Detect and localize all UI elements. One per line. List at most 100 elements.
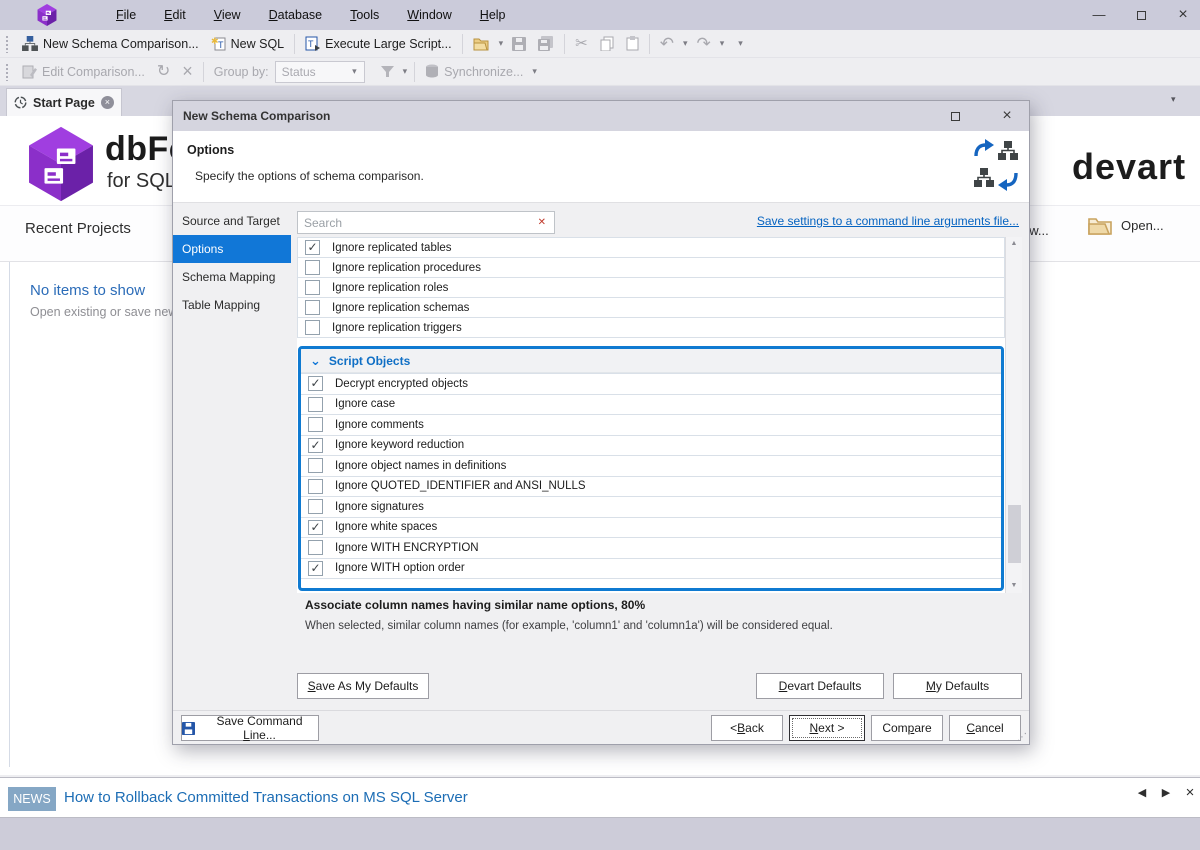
redo-dropdown-caret[interactable]: ▾ (717, 38, 728, 49)
menu-item-tools[interactable]: Tools (340, 0, 389, 30)
news-headline-link[interactable]: How to Rollback Committed Transactions o… (64, 789, 468, 806)
checkbox[interactable] (308, 458, 323, 473)
checkbox[interactable] (308, 540, 323, 555)
search-clear-icon[interactable]: ✕ (530, 217, 554, 228)
save-all-button[interactable] (532, 32, 560, 56)
open-project-button[interactable]: Open... (1088, 216, 1164, 235)
toolbar-drag-handle[interactable] (5, 63, 10, 81)
checkbox[interactable] (308, 397, 323, 412)
devart-defaults-button[interactable]: Devart Defaults (756, 673, 884, 699)
refresh-button[interactable]: ↻ (151, 60, 176, 84)
option-row[interactable]: Ignore comments (301, 414, 1001, 436)
execute-large-script-button[interactable]: T Execute Large Script... (299, 32, 457, 56)
dialog-nav-item[interactable]: Schema Mapping (173, 263, 291, 291)
paste-button[interactable] (620, 32, 645, 56)
checkbox[interactable] (308, 417, 323, 432)
delete-x-icon: × (182, 64, 193, 79)
checkbox[interactable] (305, 260, 320, 275)
synchronize-dropdown-caret[interactable]: ▾ (529, 66, 540, 77)
search-input[interactable] (298, 216, 530, 230)
stop-button[interactable]: × (176, 60, 199, 84)
checkbox[interactable]: ✓ (305, 240, 320, 255)
option-row[interactable]: ✓Decrypt encrypted objects (301, 373, 1001, 395)
undo-button[interactable]: ↶ (654, 32, 680, 56)
checkbox[interactable] (305, 320, 320, 335)
save-settings-link[interactable]: Save settings to a command line argument… (757, 214, 1019, 228)
checkbox[interactable] (305, 280, 320, 295)
save-as-my-defaults-button[interactable]: Save As My Defaults (297, 673, 429, 699)
checkbox[interactable] (308, 499, 323, 514)
dialog-close-button[interactable]: × (995, 101, 1019, 131)
new-schema-comparison-button[interactable]: New Schema Comparison... (16, 32, 205, 56)
tab-close-icon[interactable]: × (101, 96, 114, 109)
option-label: Ignore WITH option order (335, 562, 465, 574)
news-close-button[interactable]: × (1180, 783, 1200, 803)
menu-item-file[interactable]: File (106, 0, 146, 30)
undo-dropdown-caret[interactable]: ▾ (680, 38, 691, 49)
menu-item-window[interactable]: Window (397, 0, 461, 30)
filter-dropdown-caret[interactable]: ▾ (400, 66, 411, 77)
recent-projects-title: Recent Projects (25, 220, 131, 237)
menu-item-help[interactable]: Help (470, 0, 516, 30)
dialog-nav-item[interactable]: Table Mapping (173, 291, 291, 319)
option-row[interactable]: Ignore case (301, 394, 1001, 416)
edit-comparison-button[interactable]: Edit Comparison... (16, 60, 151, 84)
option-row[interactable]: Ignore replication triggers (297, 317, 1005, 338)
associate-option-title: Associate column names having similar na… (305, 598, 645, 612)
checkbox[interactable] (305, 300, 320, 315)
option-row[interactable]: ✓Ignore white spaces (301, 517, 1001, 539)
resize-grip[interactable]: ⋰ (1017, 732, 1027, 743)
scroll-down-arrow[interactable]: ▼ (1006, 579, 1022, 593)
tab-list-caret[interactable]: ▾ (1168, 94, 1179, 105)
compare-button[interactable]: Compare (871, 715, 943, 741)
option-row[interactable]: Ignore signatures (301, 496, 1001, 518)
checkbox[interactable]: ✓ (308, 561, 323, 576)
footer-divider (173, 710, 1029, 711)
redo-button[interactable]: ↷ (690, 32, 716, 56)
scrollbar-thumb[interactable] (1008, 505, 1021, 563)
new-sql-button[interactable]: T✱ New SQL (205, 32, 291, 56)
scroll-up-arrow[interactable]: ▲ (1006, 237, 1022, 251)
option-row[interactable]: ✓ Ignore WITH option order (301, 558, 1001, 580)
option-row[interactable]: Ignore replication schemas (297, 297, 1005, 318)
checkbox[interactable]: ✓ (308, 520, 323, 535)
option-row[interactable]: Ignore replication procedures (297, 257, 1005, 278)
dialog-nav-item[interactable]: Source and Target (173, 207, 291, 235)
checkbox[interactable]: ✓ (308, 376, 323, 391)
cancel-button[interactable]: Cancel (949, 715, 1021, 741)
group-by-select[interactable]: Status ▾ (275, 61, 365, 83)
menu-item-database[interactable]: Database (259, 0, 333, 30)
script-objects-header[interactable]: ⌄ Script Objects (301, 349, 1001, 373)
cut-button[interactable]: ✂ (569, 32, 594, 56)
toolbar-options-caret[interactable]: ▾ (735, 38, 746, 49)
filter-button[interactable] (375, 60, 400, 84)
option-row[interactable]: ✓Ignore keyword reduction (301, 435, 1001, 457)
dialog-nav-item[interactable]: Options (173, 235, 291, 263)
option-row[interactable]: Ignore replication roles (297, 277, 1005, 298)
next-button[interactable]: Next > (789, 715, 865, 741)
my-defaults-button[interactable]: My Defaults (893, 673, 1022, 699)
toolbar-drag-handle[interactable] (5, 35, 10, 53)
synchronize-button[interactable]: Synchronize... (419, 60, 529, 84)
menu-item-view[interactable]: View (204, 0, 251, 30)
option-row[interactable]: ✓Ignore replicated tables (297, 237, 1005, 258)
back-button[interactable]: < Back (711, 715, 783, 741)
copy-button[interactable] (594, 32, 620, 56)
open-file-button[interactable] (467, 32, 496, 56)
save-button[interactable] (506, 32, 532, 56)
news-next-button[interactable]: ▶ (1156, 783, 1176, 803)
window-close-button[interactable]: × (1166, 0, 1200, 30)
option-row[interactable]: Ignore object names in definitions (301, 455, 1001, 477)
tab-start-page[interactable]: Start Page × (6, 88, 122, 116)
option-row[interactable]: Ignore QUOTED_IDENTIFIER and ANSI_NULLS (301, 476, 1001, 498)
window-maximize-button[interactable] (1124, 0, 1158, 30)
menu-item-edit[interactable]: Edit (154, 0, 196, 30)
window-minimize-button[interactable]: — (1082, 0, 1116, 30)
checkbox[interactable] (308, 479, 323, 494)
dialog-maximize-button[interactable] (951, 109, 960, 123)
news-prev-button[interactable]: ◀ (1132, 783, 1152, 803)
save-command-line-button[interactable]: Save Command Line... (181, 715, 319, 741)
option-row[interactable]: Ignore WITH ENCRYPTION (301, 537, 1001, 559)
checkbox[interactable]: ✓ (308, 438, 323, 453)
open-dropdown-caret[interactable]: ▾ (496, 38, 507, 49)
